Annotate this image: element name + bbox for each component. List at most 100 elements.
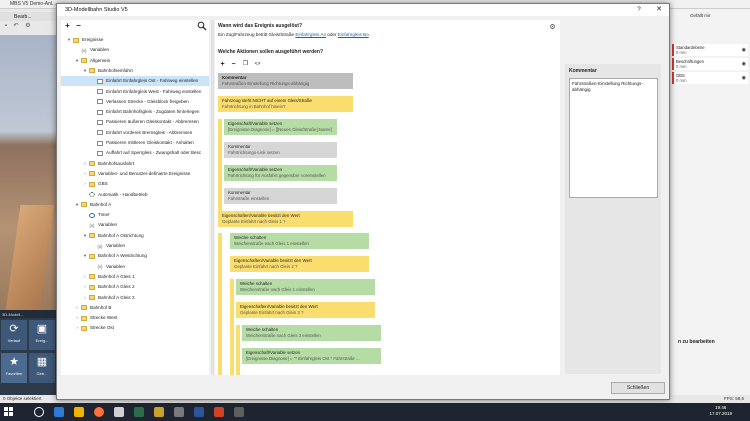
tree-item[interactable]: › Bahnhof A Gleis 1 — [61, 272, 209, 282]
app-icon[interactable] — [114, 407, 124, 417]
tree-item[interactable]: ▾ Ereignisse — [61, 35, 209, 45]
action-block[interactable]: Eigenschaft/Variable setzen [Ereignisse.D… — [224, 119, 337, 135]
save-icon[interactable]: ▪ — [2, 23, 10, 30]
tree-item[interactable]: (x) Variablen — [61, 45, 209, 55]
tree-item[interactable]: (x) Variablen — [61, 220, 209, 230]
remove-action-icon[interactable]: − — [229, 60, 238, 69]
layer-item[interactable]: Standardebene 0 mm ◉ — [672, 44, 748, 56]
close-button[interactable]: Schließen — [611, 382, 665, 394]
tree-item[interactable]: Einfahrt vorderes Bremsgleis - Abbremsen — [61, 128, 209, 138]
action-block[interactable]: Eigenschaften/Variable besitzt den Wert G… — [230, 256, 369, 272]
tree-item[interactable]: Einfahrt Einfahrgleis West - Fahrweg ein… — [61, 87, 209, 97]
chevron-down-icon[interactable]: ▾ — [74, 56, 80, 66]
chevron-right-icon[interactable]: › — [82, 272, 88, 282]
layer-item[interactable]: Beschriftungen 0 mm ◉ — [672, 58, 748, 70]
background-tab[interactable]: Bearb... — [0, 12, 56, 21]
eye-icon[interactable]: ◉ — [742, 61, 746, 67]
eye-icon[interactable]: ◉ — [742, 47, 746, 53]
help-button[interactable]: ? — [634, 5, 644, 15]
tree-item[interactable]: ▾ Allgemein — [61, 56, 209, 66]
action-block[interactable]: Eigenschaft/Variable setzen [Ereignisse.D… — [242, 348, 381, 364]
chevron-down-icon[interactable]: ▾ — [82, 66, 88, 76]
tree-item[interactable]: Passieren äußeren Gleiskontakt - Abbrems… — [61, 117, 209, 127]
tree-item[interactable]: › Bahnhof A Gleis 3 — [61, 293, 209, 303]
action-block[interactable]: Eigenschaften/Variable besitzt den Wert G… — [218, 211, 353, 227]
tree-item[interactable]: ▾ Bahnhof A Westrichtung — [61, 251, 209, 261]
chevron-down-icon[interactable]: ▾ — [74, 200, 80, 210]
tile-ereignisse[interactable]: ▣ Ereig... — [29, 320, 55, 350]
layer-item[interactable]: GBS 0 mm ◉ — [672, 72, 748, 84]
tile-favoriten[interactable]: ★ Favoriten — [1, 353, 27, 383]
tree-item[interactable]: Verlassen Strecke - Gleisblock freigeben — [61, 97, 209, 107]
close-icon[interactable]: ✕ — [653, 5, 665, 15]
action-block[interactable]: Fahrzeug steht NICHT auf einem Gleis/Str… — [218, 96, 353, 112]
action-block[interactable]: Weiche schalten Weichenstraße nach Gleis … — [230, 233, 369, 249]
modellbahn-icon[interactable] — [154, 407, 164, 417]
action-block[interactable]: Weiche schalten Weichenstraße nach Gleis … — [242, 325, 381, 341]
comment-textarea[interactable]: Fahrstraßen-Einstellung Richtungs-abhäng… — [569, 78, 658, 198]
gear-icon[interactable]: ⚙ — [548, 23, 557, 32]
tree-item[interactable]: › Bahnhof B — [61, 303, 209, 313]
chevron-right-icon[interactable]: › — [74, 303, 80, 313]
action-block[interactable]: Kommentar Fahrtrichtungs-Link setzen — [224, 142, 337, 158]
trigger-link-einfahrgleis-ao[interactable]: Einfahrgleis Ao — [295, 32, 326, 37]
undo-icon[interactable]: ↶ — [12, 23, 20, 30]
windows-start-icon[interactable] — [4, 407, 14, 417]
3d-viewport[interactable] — [0, 35, 56, 325]
tree-item[interactable]: ▾ Bahnhof A — [61, 200, 209, 210]
tree-item[interactable]: Automatik - Handbetrieb — [61, 190, 209, 200]
tree-item[interactable]: ▾ Bahnhof A Ostrichtung — [61, 231, 209, 241]
tree-item[interactable]: ▾ Bahnhofseinfahrt — [61, 66, 209, 76]
app-icon[interactable] — [134, 407, 144, 417]
action-block[interactable]: Weiche schalten Weichenstraße nach Gleis … — [236, 279, 375, 295]
chevron-down-icon[interactable]: ▾ — [66, 35, 72, 45]
action-block[interactable]: Eigenschaft/Variable setzen Fahrtrichtung… — [224, 165, 337, 181]
trigger-link-einfahrgleis-bo[interactable]: Einfahrgleis Bo — [338, 32, 369, 37]
tree-item[interactable]: › GBS — [61, 179, 209, 189]
code-icon[interactable]: <> — [253, 60, 262, 69]
tree-item[interactable]: › Strecke Ost — [61, 323, 209, 333]
tree-item[interactable]: › Strecke West — [61, 313, 209, 323]
edge-icon[interactable] — [54, 407, 64, 417]
app-icon[interactable] — [174, 407, 184, 417]
firefox-icon[interactable] — [94, 407, 104, 417]
tree-item[interactable]: Auffahrt auf Sperrgleis - Zwangshalt ode… — [61, 148, 209, 158]
tree-item[interactable]: › Bahnhof A Gleis 2 — [61, 282, 209, 292]
chevron-down-icon[interactable]: ▾ — [82, 231, 88, 241]
chevron-right-icon[interactable]: › — [82, 282, 88, 292]
like-label[interactable]: Gefällt mir — [690, 13, 711, 18]
copy-icon[interactable]: ❐ — [241, 60, 250, 69]
chevron-right-icon[interactable]: › — [74, 313, 80, 323]
app-icon[interactable] — [234, 407, 244, 417]
add-action-icon[interactable]: + — [218, 60, 227, 69]
taskbar-clock[interactable]: 19:46 17.07.2019 — [709, 405, 732, 417]
tree-item[interactable]: (x) Variablen — [61, 262, 209, 272]
tree-item[interactable]: Passieren mittleren Gleiskontakt - Anhal… — [61, 138, 209, 148]
powerpoint-icon[interactable] — [214, 407, 224, 417]
tree-item[interactable]: (x) Variablen — [61, 241, 209, 251]
add-icon[interactable]: + — [63, 21, 72, 30]
explorer-icon[interactable] — [74, 407, 84, 417]
tree-item[interactable]: Einfahrt Einfahrgleis Ost - Fahrweg eins… — [61, 76, 209, 87]
chevron-right-icon[interactable]: › — [82, 293, 88, 303]
chevron-down-icon[interactable]: ▾ — [82, 251, 88, 261]
word-icon[interactable] — [194, 407, 204, 417]
panel-splitter[interactable] — [211, 20, 214, 375]
action-block[interactable]: Kommentar Fahrstraßen-Einstellung Richtun… — [218, 73, 353, 89]
chevron-right-icon[interactable]: › — [74, 323, 80, 333]
action-block[interactable]: Kommentar Fahrstraße einstellen — [224, 188, 337, 204]
search-icon[interactable] — [197, 21, 207, 31]
action-block[interactable]: Eigenschaften/Variable besitzt den Wert G… — [236, 302, 375, 318]
tree-item[interactable]: Timer — [61, 210, 209, 220]
tree-item[interactable]: Einfahrt Bahnhofsgleis - Zugdaten hinter… — [61, 107, 209, 117]
tree-item[interactable]: › Bahnhofsausfahrt — [61, 159, 209, 169]
eye-icon[interactable]: ◉ — [742, 75, 746, 81]
chevron-right-icon[interactable]: › — [82, 179, 88, 189]
tile-verlauf[interactable]: ⟳ Verlauf — [1, 320, 27, 350]
search-icon[interactable] — [34, 407, 44, 417]
chevron-right-icon[interactable]: › — [82, 169, 88, 179]
settings-icon[interactable]: ⚙ — [24, 23, 32, 30]
chevron-right-icon[interactable]: › — [82, 159, 88, 169]
remove-icon[interactable]: − — [74, 21, 83, 30]
tree-item[interactable]: › Variablen- und Benutzer-definierte Erei… — [61, 169, 209, 179]
